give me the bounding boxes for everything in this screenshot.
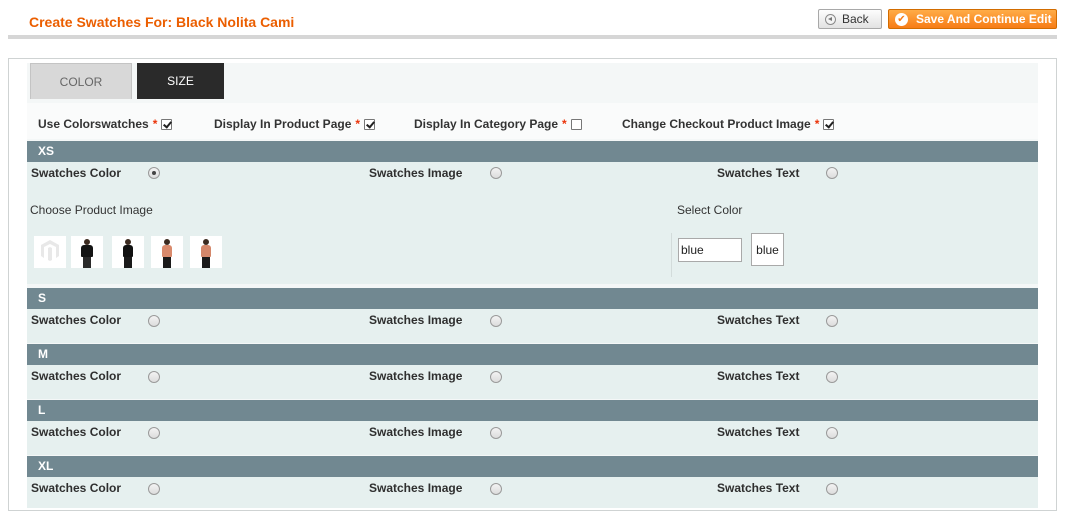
size-header-m: M — [27, 344, 1038, 365]
swatches-image-label: Swatches Image — [369, 425, 463, 439]
swatches-panel: COLOR SIZE Use Colorswatches * Display I… — [8, 58, 1057, 511]
size-row-l — [27, 421, 1038, 455]
xl-swatches-color-radio[interactable] — [148, 483, 160, 495]
color-preview-box: blue — [751, 233, 784, 266]
xs-swatches-text-radio[interactable] — [826, 167, 838, 179]
swatches-text-label: Swatches Text — [717, 313, 800, 327]
size-row-xl — [27, 477, 1038, 508]
detail-divider — [671, 233, 672, 277]
back-button[interactable]: Back — [818, 9, 882, 29]
s-swatches-color-radio[interactable] — [148, 315, 160, 327]
save-button-label: Save And Continue Edit — [916, 12, 1052, 26]
xl-swatches-image-radio[interactable] — [490, 483, 502, 495]
swatches-text-label: Swatches Text — [717, 425, 800, 439]
change-checkout-image-checkbox[interactable] — [823, 118, 835, 130]
l-swatches-color-radio[interactable] — [148, 427, 160, 439]
option-change-checkout-image: Change Checkout Product Image * — [622, 117, 835, 131]
swatches-image-label: Swatches Image — [369, 166, 463, 180]
magento-logo-icon — [41, 239, 59, 261]
l-swatches-text-radio[interactable] — [826, 427, 838, 439]
select-color-label: Select Color — [677, 203, 743, 217]
header-divider — [8, 35, 1057, 39]
display-category-page-checkbox[interactable] — [570, 118, 582, 130]
checkmark-icon: ✔ — [895, 12, 908, 26]
use-colorswatches-checkbox[interactable] — [161, 118, 173, 130]
choose-product-image-label: Choose Product Image — [30, 203, 153, 217]
xs-swatches-image-radio[interactable] — [490, 167, 502, 179]
size-header-xl: XL — [27, 456, 1038, 477]
option-display-product-page: Display In Product Page * — [214, 117, 376, 131]
coral-top-front-image — [160, 238, 174, 268]
tab-size[interactable]: SIZE — [137, 63, 224, 99]
swatches-image-label: Swatches Image — [369, 369, 463, 383]
size-header-l: L — [27, 400, 1038, 421]
swatches-color-label: Swatches Color — [31, 166, 122, 180]
back-arrow-icon — [825, 13, 836, 25]
black-cami-front-image — [80, 238, 94, 268]
page-title: Create Swatches For: Black Nolita Cami — [29, 14, 295, 30]
swatches-color-label: Swatches Color — [31, 313, 122, 327]
product-image-thumb[interactable] — [34, 236, 66, 268]
option-label: Display In Category Page — [414, 117, 559, 131]
s-swatches-text-radio[interactable] — [826, 315, 838, 327]
required-marker: * — [355, 117, 361, 131]
option-label: Change Checkout Product Image — [622, 117, 811, 131]
swatches-image-label: Swatches Image — [369, 481, 463, 495]
swatches-color-label: Swatches Color — [31, 481, 122, 495]
xl-swatches-text-radio[interactable] — [826, 483, 838, 495]
product-image-thumb[interactable] — [71, 236, 103, 268]
option-label: Display In Product Page — [214, 117, 352, 131]
m-swatches-color-radio[interactable] — [148, 371, 160, 383]
product-image-thumb[interactable] — [151, 236, 183, 268]
swatches-image-label: Swatches Image — [369, 313, 463, 327]
required-marker: * — [814, 117, 820, 131]
display-product-page-checkbox[interactable] — [364, 118, 376, 130]
option-use-colorswatches: Use Colorswatches * — [38, 117, 173, 131]
m-swatches-text-radio[interactable] — [826, 371, 838, 383]
option-label: Use Colorswatches — [38, 117, 149, 131]
back-button-label: Back — [842, 12, 869, 26]
size-row-m — [27, 365, 1038, 399]
swatches-text-label: Swatches Text — [717, 166, 800, 180]
size-header-s: S — [27, 288, 1038, 309]
m-swatches-image-radio[interactable] — [490, 371, 502, 383]
required-marker: * — [562, 117, 567, 131]
swatches-color-label: Swatches Color — [31, 369, 122, 383]
product-image-thumb[interactable] — [190, 236, 222, 268]
black-cami-side-image — [121, 238, 135, 268]
swatches-text-label: Swatches Text — [717, 481, 800, 495]
swatches-color-label: Swatches Color — [31, 425, 122, 439]
size-row-s — [27, 309, 1038, 343]
select-color-input[interactable] — [678, 238, 742, 262]
display-options: Use Colorswatches * Display In Product P… — [27, 103, 1038, 139]
product-image-thumb[interactable] — [112, 236, 144, 268]
swatches-panel-content: COLOR SIZE Use Colorswatches * Display I… — [27, 63, 1038, 508]
xs-swatches-color-radio[interactable] — [148, 167, 160, 179]
save-and-continue-button[interactable]: ✔ Save And Continue Edit — [888, 9, 1057, 29]
required-marker: * — [152, 117, 158, 131]
size-header-xs: XS — [27, 141, 1038, 162]
coral-top-back-image — [199, 238, 213, 268]
option-display-category-page: Display In Category Page * — [414, 117, 582, 131]
s-swatches-image-radio[interactable] — [490, 315, 502, 327]
tab-color[interactable]: COLOR — [30, 63, 132, 99]
page-header: Create Swatches For: Black Nolita Cami B… — [0, 0, 1067, 42]
l-swatches-image-radio[interactable] — [490, 427, 502, 439]
swatches-text-label: Swatches Text — [717, 369, 800, 383]
